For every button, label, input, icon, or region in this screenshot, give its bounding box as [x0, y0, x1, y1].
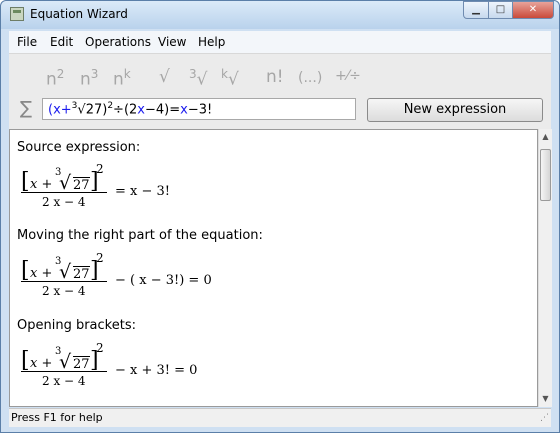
solution-panel: Source expression: [ x + 3 √ 27 ] 2 2 x …: [9, 129, 538, 407]
vertical-scrollbar[interactable]: ▲ ▼: [538, 129, 552, 407]
fraction-denominator: 2 x − 4: [42, 195, 86, 209]
cube-tool-button[interactable]: n3: [80, 67, 98, 90]
sigma-icon: ∑: [20, 98, 33, 119]
brackets-tool-button[interactable]: (...): [298, 70, 322, 86]
equation-rhs: − ( x − 3!) = 0: [115, 273, 212, 288]
toolbar: n2 n3 nk √ 3√ k√ n! (...) +⁄÷ ∑ (x+3√27)…: [9, 53, 551, 129]
fraction-tool-button[interactable]: +⁄÷: [335, 68, 361, 84]
status-bar: Press F1 for help ⋰: [9, 408, 551, 427]
fraction-line: [21, 192, 107, 193]
menu-view[interactable]: View: [158, 35, 186, 49]
app-window: Equation Wizard ▁ □ ✕ File Edit Operatio…: [0, 0, 560, 433]
app-icon: [10, 7, 24, 21]
equation-rhs: = x − 3!: [115, 184, 171, 199]
exponent: 2: [96, 162, 104, 176]
menu-bar: File Edit Operations View Help: [9, 31, 551, 53]
maximize-button[interactable]: □: [488, 1, 513, 19]
section-label: Source expression:: [17, 140, 141, 155]
menu-file[interactable]: File: [17, 35, 37, 49]
equation: [ x + 3 √ 27 ] 2 2 x − 4 = x − 3!: [21, 162, 171, 209]
fraction-denominator: 2 x − 4: [42, 374, 86, 388]
title-bar[interactable]: Equation Wizard ▁ □ ✕: [1, 1, 559, 29]
resize-grip-icon[interactable]: ⋰: [540, 413, 549, 423]
section-label: Moving the right part of the equation:: [17, 228, 263, 243]
close-button[interactable]: ✕: [512, 1, 554, 19]
exponent: 2: [96, 251, 104, 265]
fraction-denominator: 2 x − 4: [42, 284, 86, 298]
status-text: Press F1 for help: [11, 411, 103, 424]
section-label: Opening brackets:: [17, 318, 136, 333]
equation: [ x + 3 √ 27 ] 2 2 x − 4 − x + 3! = 0: [21, 341, 198, 388]
factorial-tool-button[interactable]: n!: [266, 67, 284, 87]
equation-rhs: − x + 3! = 0: [115, 363, 198, 378]
power-tool-button[interactable]: nk: [113, 67, 131, 90]
scroll-thumb[interactable]: [540, 149, 551, 201]
square-root-tool-button[interactable]: √: [159, 67, 170, 87]
expression-input[interactable]: (x+3√27)2÷(2x−4)=x−3!: [42, 98, 356, 120]
window-title: Equation Wizard: [30, 7, 128, 21]
menu-help[interactable]: Help: [198, 35, 225, 49]
square-tool-button[interactable]: n2: [46, 67, 64, 90]
fraction-line: [21, 281, 107, 282]
minimize-button[interactable]: ▁: [463, 1, 489, 19]
exponent: 2: [96, 341, 104, 355]
menu-operations[interactable]: Operations: [85, 35, 151, 49]
nth-root-tool-button[interactable]: k√: [221, 67, 239, 90]
equation: [ x + 3 √ 27 ] 2 2 x − 4 − ( x − 3!) = 0: [21, 251, 212, 298]
new-expression-button[interactable]: New expression: [367, 98, 543, 122]
scroll-up-icon[interactable]: ▲: [539, 129, 552, 145]
menu-edit[interactable]: Edit: [50, 35, 73, 49]
scroll-down-icon[interactable]: ▼: [539, 391, 552, 407]
fraction-line: [21, 371, 107, 372]
cube-root-tool-button[interactable]: 3√: [189, 67, 207, 90]
